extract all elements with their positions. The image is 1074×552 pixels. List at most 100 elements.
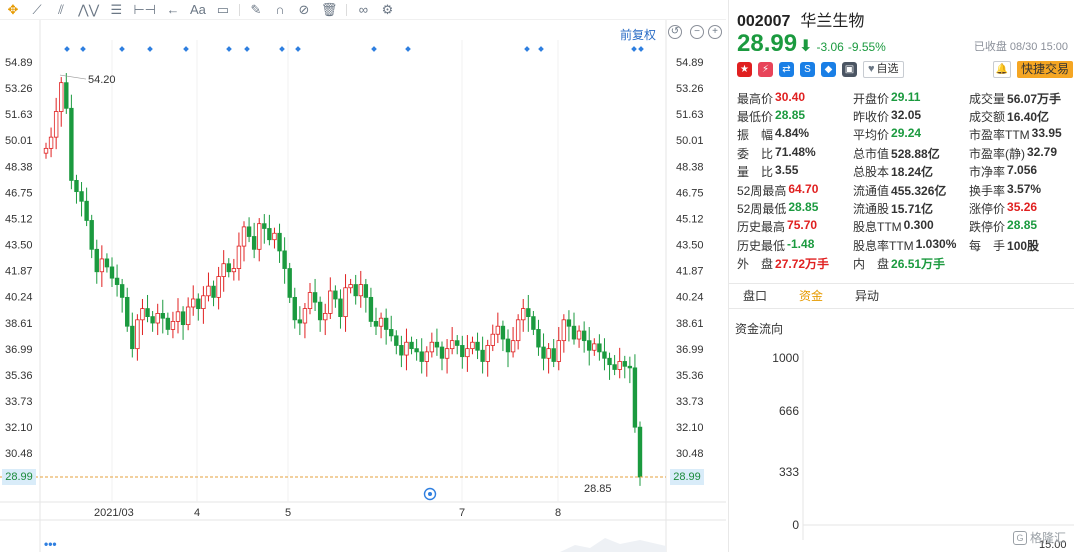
candle-body — [434, 341, 440, 348]
stat-cell: 成交额 16.40亿 — [969, 108, 1073, 125]
kline-chart-panel[interactable]: 54.89 54.89 53.26 53.26 51.63 51.63 50.01 50.01… — [0, 20, 726, 552]
magnet-icon[interactable]: ∩ — [269, 1, 291, 19]
candle-body — [89, 220, 94, 250]
y-tick-label-left: 38.61 — [5, 318, 33, 330]
stat-value: 56.07万手 — [1007, 91, 1062, 106]
tab-2[interactable]: 异动 — [855, 284, 911, 308]
candle-body — [170, 321, 176, 330]
stat-cell: 平均价 29.24 — [853, 126, 969, 143]
candle-body — [607, 357, 612, 366]
stat-value: 3.55 — [775, 163, 799, 178]
shuffle-icon[interactable]: ⇄ — [779, 62, 794, 77]
zoom-in-icon[interactable]: + — [708, 25, 722, 39]
stat-label: 最高价 — [737, 91, 774, 106]
book-icon[interactable]: ▣ — [842, 62, 857, 77]
zoom-out-icon[interactable]: − — [690, 25, 704, 39]
stat-cell: 市盈率(静) 32.79 — [969, 145, 1073, 162]
candle-body — [444, 348, 450, 359]
stat-value: 35.26 — [1007, 200, 1038, 215]
hide-icon[interactable]: ⊘ — [293, 1, 315, 19]
trendline-tool-icon[interactable]: ⟋ — [26, 1, 48, 19]
candle-body — [455, 340, 460, 346]
stat-cell: 股息率TTM 1.030% — [853, 237, 969, 254]
stat-label: 总市值 — [853, 146, 890, 161]
add-watchlist-button[interactable]: ♥ 自选 — [863, 61, 904, 78]
candle-body — [99, 258, 105, 273]
candle-body — [246, 226, 252, 237]
y-tick-label-left: 51.63 — [5, 109, 33, 121]
stat-cell: 跌停价 28.85 — [969, 218, 1073, 235]
undo-arrow-icon[interactable]: ← — [162, 1, 184, 19]
crosshair-tool-icon[interactable]: ✥ — [2, 1, 24, 19]
link-icon[interactable]: ∞ — [352, 1, 374, 19]
candle-body — [48, 136, 54, 149]
pen-tool-icon[interactable]: ✎ — [245, 1, 267, 19]
stat-cell: 流通股 15.71亿 — [853, 200, 969, 217]
candle-body — [414, 348, 419, 353]
candle-body — [617, 361, 622, 370]
y-tick-label-left: 50.01 — [5, 135, 33, 147]
y-tick-label-left: 41.87 — [5, 266, 33, 278]
text-tool-button[interactable]: Aa — [186, 1, 210, 19]
candle-body — [267, 228, 272, 241]
delete-icon[interactable]: 🗑 — [317, 1, 342, 19]
candle-body — [592, 343, 597, 351]
comment-tool-icon[interactable]: ▭ — [212, 1, 234, 19]
candle-body — [505, 338, 511, 353]
candle-body — [307, 292, 313, 309]
dollar-icon[interactable]: S — [800, 62, 815, 77]
china-flag-icon[interactable]: ★ — [737, 62, 752, 77]
stats-row: 量 比 3.55 总股本 18.24亿 市净率 7.056 — [737, 163, 1073, 181]
candle-body — [368, 296, 374, 322]
stat-value: 15.71亿 — [891, 202, 934, 217]
candle-body — [251, 236, 257, 250]
tag-icon[interactable]: ◆ — [821, 62, 836, 77]
stats-row: 外 盘 27.72万手内 盘 26.51万手 — [737, 255, 1073, 273]
candle-body — [140, 308, 145, 321]
candle-body — [302, 308, 308, 324]
stat-value: 75.70 — [787, 218, 818, 233]
candle-body — [211, 285, 216, 298]
gear-icon[interactable]: ⚙ — [376, 1, 398, 19]
y-tick-label-left: 36.99 — [5, 344, 33, 356]
tab-1[interactable]: 资金 — [799, 284, 855, 308]
candle-body — [363, 284, 369, 298]
stat-cell: 最高价 30.40 — [737, 90, 853, 107]
wave-tool-icon[interactable]: ⋀⋁ — [74, 1, 103, 19]
candle-body — [510, 340, 516, 353]
candle-body — [74, 180, 79, 193]
channel-tool-icon[interactable]: ⫽ — [50, 1, 72, 19]
stat-label: 最低价 — [737, 110, 774, 125]
stat-label: 市盈率TTM — [969, 128, 1030, 143]
candle-body — [231, 268, 237, 273]
fibonacci-tool-icon[interactable]: ☰ — [105, 1, 127, 19]
reset-icon[interactable]: ↺ — [668, 25, 682, 39]
fund-y-tick-label: 1000 — [772, 351, 799, 365]
stat-label: 换手率 — [969, 183, 1006, 198]
lightning-icon[interactable]: ⚡ — [758, 62, 773, 77]
bell-icon[interactable]: 🔔 — [992, 61, 1011, 78]
fund-y-tick-label: 333 — [779, 465, 799, 479]
candle-body — [160, 313, 165, 319]
fund-y-tick-label: 0 — [792, 518, 799, 532]
stat-cell: 最低价 28.85 — [737, 108, 853, 125]
x-tick-label: 2021/03 — [94, 507, 134, 519]
kline-chart[interactable]: 54.89 54.89 53.26 53.26 51.63 51.63 50.01 50.01… — [0, 20, 726, 552]
candle-body — [612, 364, 617, 370]
quick-trade-button[interactable]: 快捷交易 — [1016, 61, 1073, 78]
candle-body — [566, 319, 572, 327]
action-bar: ★ ⚡ ⇄ S ◆ ▣ ♥ 自选 🔔 快捷交易 — [737, 61, 1073, 78]
y-tick-label-left: 33.73 — [5, 396, 33, 408]
restore-adjust-button[interactable]: 前复权 — [620, 26, 656, 43]
stat-value: 28.85 — [775, 108, 806, 123]
range-tool-icon[interactable]: ⊢⊣ — [129, 1, 160, 19]
tab-0[interactable]: 盘口 — [743, 284, 799, 308]
event-marker-icon — [638, 46, 644, 52]
stat-label: 内 盘 — [853, 257, 890, 272]
event-circle-dot — [428, 492, 432, 496]
stat-cell: 总股本 18.24亿 — [853, 163, 969, 180]
y-tick-label-right: 33.73 — [676, 396, 704, 408]
candle-body — [287, 268, 292, 298]
stock-name: 华兰生物 — [800, 13, 865, 30]
candle-body — [180, 311, 186, 326]
